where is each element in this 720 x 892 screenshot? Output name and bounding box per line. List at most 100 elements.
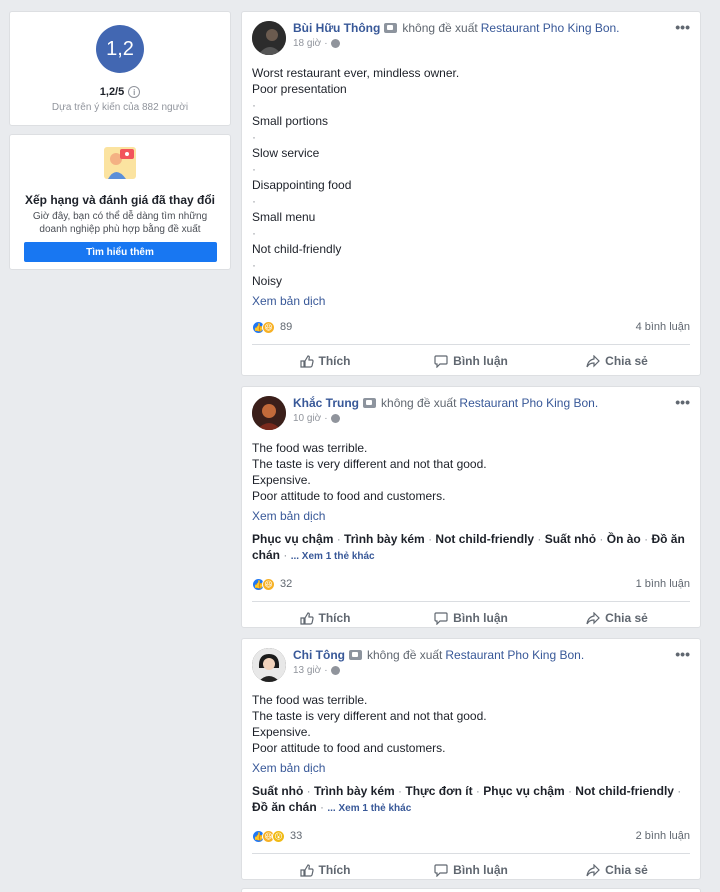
recommendation-icon <box>384 23 398 33</box>
like-button[interactable]: Thích <box>252 611 398 625</box>
post-line: · <box>252 194 256 208</box>
avatar[interactable] <box>252 21 286 55</box>
haha-reaction-icon: 😆 <box>262 577 275 591</box>
comment-label: Bình luận <box>453 354 508 368</box>
review-tag[interactable]: Ồn ào <box>607 532 641 546</box>
comment-button[interactable]: Bình luận <box>398 863 544 877</box>
recommend-text: không đề xuất <box>366 648 443 662</box>
author-name[interactable]: Chi Tông <box>293 648 345 662</box>
wow-reaction-icon: 😮 <box>272 829 285 843</box>
like-label: Thích <box>318 863 351 877</box>
more-options-icon[interactable]: ••• <box>675 647 690 661</box>
avatar[interactable] <box>252 396 286 430</box>
comment-icon <box>434 611 448 625</box>
see-more-tags-link[interactable]: ... Xem 1 thẻ khác <box>327 803 411 814</box>
info-icon[interactable]: i <box>128 86 141 98</box>
page-link[interactable]: Restaurant Pho King Bon. <box>445 648 584 662</box>
post-stats: 👍 😆 32 1 bình luận <box>252 575 690 593</box>
post-line: · <box>252 258 256 272</box>
comment-button[interactable]: Bình luận <box>398 611 544 625</box>
comment-count[interactable]: 4 bình luận <box>636 321 690 333</box>
comment-label: Bình luận <box>453 863 508 877</box>
review-tag[interactable]: Trình bày kém <box>344 532 425 546</box>
share-button[interactable]: Chia sẻ <box>544 354 690 368</box>
globe-icon <box>330 414 340 423</box>
see-translation-link[interactable]: Xem bản dịch <box>252 761 690 775</box>
more-options-icon[interactable]: ••• <box>675 395 690 409</box>
share-icon <box>586 354 601 367</box>
review-tag[interactable]: Suất nhỏ <box>545 532 596 546</box>
post-line: Disappointing food <box>252 178 352 192</box>
share-label: Chia sẻ <box>605 611 648 625</box>
page-link[interactable]: Restaurant Pho King Bon. <box>459 396 598 410</box>
like-label: Thích <box>318 611 351 625</box>
page-link[interactable]: Restaurant Pho King Bon. <box>481 21 620 35</box>
separator-dot: · <box>324 665 328 676</box>
more-options-icon[interactable]: ••• <box>675 20 690 34</box>
like-button[interactable]: Thích <box>252 354 398 368</box>
see-translation-link[interactable]: Xem bản dịch <box>252 509 690 523</box>
post-line: Poor attitude to food and customers. <box>252 741 446 755</box>
reactions[interactable]: 👍 😆 32 <box>252 577 292 591</box>
post-line: · <box>252 98 256 112</box>
post-line: Worst restaurant ever, mindless owner. <box>252 66 460 80</box>
avatar[interactable] <box>252 648 286 682</box>
post-line: The taste is very different and not that… <box>252 709 487 723</box>
post-actions: Thích Bình luận Chia sẻ <box>252 853 690 886</box>
review-post: Khắc Trung không đề xuất Restaurant Pho … <box>241 386 701 628</box>
share-button[interactable]: Chia sẻ <box>544 611 690 625</box>
post-line: The food was terrible. <box>252 693 368 707</box>
author-name[interactable]: Khắc Trung <box>293 396 359 410</box>
post-time[interactable]: 18 giờ <box>293 38 321 49</box>
review-tag[interactable]: Not child-friendly <box>435 532 534 546</box>
see-more-tags-link[interactable]: ... Xem 1 thẻ khác <box>291 551 375 562</box>
like-label: Thích <box>318 354 351 368</box>
comment-count[interactable]: 1 bình luận <box>636 578 690 590</box>
post-line: Expensive. <box>252 473 311 487</box>
post-line: The food was terrible. <box>252 441 368 455</box>
post-line: Poor presentation <box>252 82 347 96</box>
share-label: Chia sẻ <box>605 354 648 368</box>
share-icon <box>586 611 601 624</box>
author-name[interactable]: Bùi Hữu Thông <box>293 21 380 35</box>
rating-score-text: 1,2/5 <box>99 86 125 98</box>
review-tags: Phục vụ chậm · Trình bày kém · Not child… <box>252 532 685 562</box>
share-button[interactable]: Chia sẻ <box>544 863 690 877</box>
reactions[interactable]: 👍 😆 89 <box>252 320 293 334</box>
review-tag[interactable]: Not child-friendly <box>575 784 674 798</box>
post-stats: 👍 😆 89 4 bình luận <box>252 318 690 336</box>
post-time[interactable]: 10 giờ <box>293 413 321 424</box>
comment-count[interactable]: 2 bình luận <box>636 830 690 842</box>
post-line: Expensive. <box>252 725 311 739</box>
see-translation-link[interactable]: Xem bản dịch <box>252 294 690 308</box>
share-icon <box>586 863 601 876</box>
review-tag[interactable]: Suất nhỏ <box>252 784 303 798</box>
review-tag[interactable]: Phục vụ chậm <box>252 532 333 546</box>
review-tag[interactable]: Thực đơn ít <box>405 784 472 798</box>
thumbs-up-icon <box>299 354 314 368</box>
separator-dot: · <box>324 38 328 49</box>
review-tag[interactable]: Phục vụ chậm <box>483 784 564 798</box>
post-line: Poor attitude to food and customers. <box>252 489 446 503</box>
like-button[interactable]: Thích <box>252 863 398 877</box>
reactions[interactable]: 👍 😆 😮 33 <box>252 829 302 843</box>
share-label: Chia sẻ <box>605 863 648 877</box>
learn-more-button[interactable]: Tìm hiểu thêm <box>23 242 217 262</box>
rating-circle: 1,2 <box>96 25 144 73</box>
recommend-text: không đề xuất <box>381 396 457 410</box>
review-tag[interactable]: Trình bày kém <box>314 784 395 798</box>
rating-based-on: Dựa trên ý kiến của 882 người <box>51 102 189 113</box>
rating-summary-card: 1,2 1,2/5 i Dựa trên ý kiến của 882 ngườ… <box>9 11 231 126</box>
comment-button[interactable]: Bình luận <box>398 354 544 368</box>
promo-description: Giờ đây, bạn có thể dễ dàng tìm những do… <box>32 211 208 235</box>
post-header: Khắc Trung không đề xuất Restaurant Pho … <box>252 395 690 432</box>
recommendation-icon <box>363 398 377 408</box>
post-line: · <box>252 162 256 176</box>
post-line: · <box>252 130 256 144</box>
review-tag[interactable]: Đồ ăn chán <box>252 800 317 814</box>
post-time[interactable]: 13 giờ <box>293 665 321 676</box>
post-line: · <box>252 226 256 240</box>
reaction-count: 89 <box>280 321 293 333</box>
recommendation-icon <box>348 650 362 660</box>
post-header: Chi Tông không đề xuất Restaurant Pho Ki… <box>252 647 690 684</box>
